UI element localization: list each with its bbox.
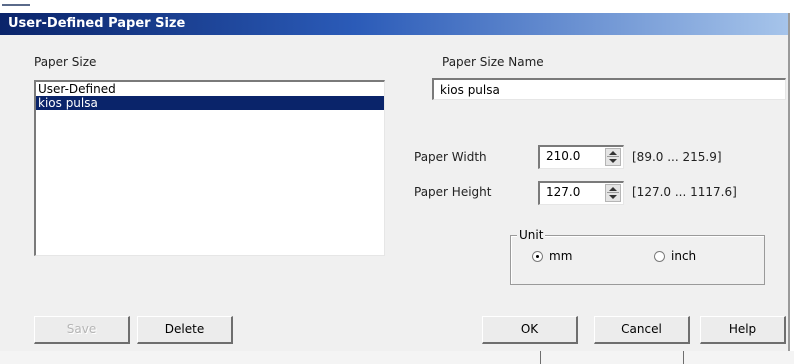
spin-down-icon[interactable] bbox=[609, 159, 617, 163]
paper-width-stepper[interactable]: 210.0 bbox=[538, 145, 624, 169]
paper-height-label: Paper Height bbox=[414, 185, 492, 199]
paper-size-label: Paper Size bbox=[34, 55, 97, 69]
spin-up-icon[interactable] bbox=[609, 187, 617, 191]
paper-height-range: [127.0 ... 1117.6] bbox=[632, 185, 737, 199]
paper-width-spin-buttons[interactable] bbox=[605, 148, 621, 166]
dialog-title[interactable]: User-Defined Paper Size bbox=[0, 13, 788, 35]
paper-height-stepper[interactable]: 127.0 bbox=[538, 181, 624, 205]
save-button[interactable]: Save bbox=[34, 316, 130, 344]
paper-width-value: 210.0 bbox=[546, 149, 581, 163]
background-window-strip bbox=[0, 0, 794, 14]
paper-size-name-label: Paper Size Name bbox=[442, 55, 544, 69]
unit-mm-label: mm bbox=[549, 249, 573, 263]
radio-unselected-icon[interactable] bbox=[654, 250, 665, 262]
spin-up-icon[interactable] bbox=[609, 151, 617, 155]
paper-size-list[interactable]: User-Defined kios pulsa bbox=[34, 80, 385, 256]
radio-selected-icon[interactable] bbox=[532, 250, 543, 262]
paper-width-range: [89.0 ... 215.9] bbox=[632, 150, 722, 164]
paper-height-spin-buttons[interactable] bbox=[605, 184, 621, 202]
paper-width-label: Paper Width bbox=[414, 150, 487, 164]
spin-down-icon[interactable] bbox=[609, 195, 617, 199]
user-defined-paper-size-dialog: User-Defined Paper Size Paper Size User-… bbox=[0, 13, 790, 351]
cancel-button[interactable]: Cancel bbox=[594, 316, 690, 344]
help-button[interactable]: Help bbox=[700, 316, 786, 344]
unit-group-label: Unit bbox=[517, 228, 546, 242]
background-window-edge bbox=[2, 4, 30, 6]
unit-mm-radio[interactable]: mm bbox=[532, 249, 572, 263]
unit-inch-label: inch bbox=[671, 249, 697, 263]
paper-height-value: 127.0 bbox=[546, 185, 581, 199]
list-item[interactable]: User-Defined bbox=[36, 82, 384, 96]
list-item-selected[interactable]: kios pulsa bbox=[36, 96, 384, 110]
unit-inch-radio[interactable]: inch bbox=[654, 249, 696, 263]
background-window-bottom bbox=[0, 351, 794, 364]
paper-size-name-input[interactable] bbox=[432, 78, 786, 100]
ok-button[interactable]: OK bbox=[482, 316, 578, 344]
delete-button[interactable]: Delete bbox=[137, 316, 233, 344]
